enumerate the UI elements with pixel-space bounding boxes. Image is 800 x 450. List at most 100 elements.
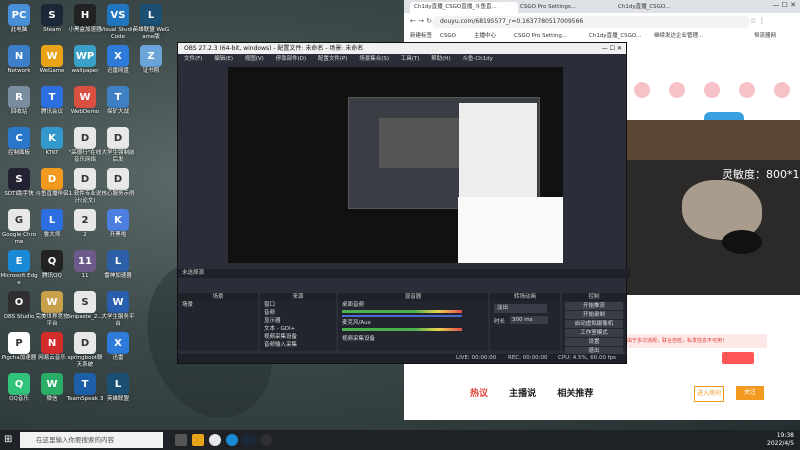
start-recording-button[interactable]: 开始录制 <box>565 311 623 319</box>
nested-preview <box>348 97 540 209</box>
obs-icon[interactable] <box>260 434 272 446</box>
source-item[interactable]: 显示器 <box>260 317 336 325</box>
source-item[interactable]: 音频 <box>260 309 336 317</box>
app-icon: H <box>74 4 96 26</box>
bookmark[interactable]: 恒流器网 <box>754 31 776 42</box>
live-video[interactable]: 灵敏度：800*1 <box>622 120 800 295</box>
menu-profile[interactable]: 配置文件(P) <box>318 56 348 62</box>
tab-related[interactable]: 相关推荐 <box>557 389 593 399</box>
file-explorer-icon[interactable] <box>192 434 204 446</box>
menu-view[interactable]: 视图(V) <box>245 56 264 62</box>
settings-button[interactable]: 设置 <box>565 338 623 346</box>
mixer-meter <box>342 310 462 313</box>
live-status: LIVE: 00:00:00 <box>456 355 497 361</box>
steam-icon[interactable] <box>243 434 255 446</box>
desktop-icon-label: 大学生强制前后发 <box>101 150 135 163</box>
app-icon: D <box>41 168 63 190</box>
app-icon: P <box>8 332 30 354</box>
dock-title-transitions: 转场动画 <box>490 293 560 301</box>
start-streaming-button[interactable]: 开始推流 <box>565 302 623 310</box>
desktop-icon[interactable]: L 雷神加速器 <box>99 248 137 292</box>
app-icon: 11 <box>74 250 96 272</box>
app-icon: W <box>74 86 96 108</box>
bookmark[interactable]: CSGO Pro Setting... <box>514 31 567 42</box>
app-icon: X <box>107 45 129 67</box>
obs-menubar: 文件(F) 编辑(E) 视图(V) 停靠部件(D) 配置文件(P) 场景集合(S… <box>178 54 626 64</box>
browser-tab[interactable]: CSGO Pro Settings... <box>516 2 614 13</box>
desktop-icon[interactable]: D 大学生强制前后发 <box>99 125 137 169</box>
desktop-icon-label: 证书照 <box>142 68 160 74</box>
desktop-icon[interactable]: X 迅雷 <box>99 330 137 374</box>
transition-select[interactable]: 淡出 <box>494 304 547 313</box>
desktop-icon[interactable]: L 英雄联盟 <box>99 371 137 415</box>
menu-file[interactable]: 文件(F) <box>184 56 202 62</box>
source-item[interactable]: 音频输入采集 <box>260 341 336 349</box>
duration-input[interactable]: 300 ms <box>510 316 548 324</box>
browser-tab[interactable]: Ch1dy直播_CSGO直播_斗鱼直... <box>410 2 518 13</box>
app-icon: 2 <box>74 209 96 231</box>
send-button[interactable] <box>722 352 754 364</box>
search-placeholder: 在这里输入你要搜索的内容 <box>36 436 114 444</box>
source-toolbar: 未选择源 <box>178 269 630 278</box>
mixer-meter <box>342 328 462 331</box>
bookmark[interactable]: 继续发达企业管理... <box>654 31 703 42</box>
follow-button[interactable]: 关注 <box>736 386 764 400</box>
window-controls[interactable]: — ☐ ✕ <box>602 43 622 54</box>
browser-tab[interactable]: Ch1dy直播_CSGO... <box>614 2 722 13</box>
menu-tools[interactable]: 工具(T) <box>401 56 420 62</box>
app-icon: D <box>74 127 96 149</box>
menu-edit[interactable]: 编辑(E) <box>214 56 233 62</box>
menu-help[interactable]: 帮助(H) <box>431 56 450 62</box>
desktop-icon[interactable]: T 探矿大战 <box>99 84 137 128</box>
clock-date: 2022/4/5 <box>767 439 794 447</box>
source-item[interactable]: 视频采集设备 <box>260 333 336 341</box>
edge-icon[interactable] <box>226 434 238 446</box>
scene-item[interactable]: 场景 <box>178 301 258 309</box>
volume-slider[interactable] <box>342 315 462 317</box>
window-controls[interactable]: — ☐ ✕ <box>772 1 796 9</box>
app-icon: T <box>107 86 129 108</box>
desktop-icon[interactable]: Z 证书照 <box>132 43 170 87</box>
app-icon: T <box>41 86 63 108</box>
windows-start-icon[interactable]: ⊞ <box>4 434 15 445</box>
enter-room-button[interactable]: 进入房间 <box>694 386 724 402</box>
app-icon: Q <box>8 373 30 395</box>
controls-dock: 开始推流 开始录制 启动虚拟摄像机 工作室模式 设置 退出 <box>562 301 626 355</box>
task-view-icon[interactable] <box>175 434 187 446</box>
nav-buttons[interactable]: ← → ↻ <box>410 17 432 25</box>
bookmark[interactable]: CSGO <box>440 31 456 42</box>
desktop-icon[interactable]: K 开黑啦 <box>99 207 137 251</box>
bookmark[interactable]: Ch1dy直播_CSGO... <box>589 31 641 42</box>
chrome-icon[interactable] <box>209 434 221 446</box>
menu-scene-collection[interactable]: 场景集合(S) <box>359 56 389 62</box>
taskbar-search[interactable]: 在这里输入你要搜索的内容 <box>20 432 163 448</box>
bookmark[interactable]: 主播中心 <box>474 31 496 42</box>
mixer-channel-name: 桌面音频 <box>342 302 365 308</box>
bookmarks-bar: 新建标签 CSGO 主播中心 CSGO Pro Setting... Ch1dy… <box>404 31 800 42</box>
system-tray-clock[interactable]: 19:38 2022/4/5 <box>767 432 794 447</box>
mouse-image <box>722 230 762 254</box>
app-icon: W <box>41 45 63 67</box>
address-bar[interactable]: douyu.com/68195577_r=0.1637780517009566 <box>432 16 750 28</box>
source-item[interactable]: 窗口 <box>260 301 336 309</box>
obs-preview[interactable] <box>228 67 563 263</box>
star-icon[interactable]: ☆ ⋮ <box>750 17 766 25</box>
desktop-icon[interactable]: L 英雄联盟 WeGame版 <box>132 2 170 46</box>
app-icon: W <box>41 373 63 395</box>
nested-browser <box>458 197 563 263</box>
virtual-camera-button[interactable]: 启动虚拟摄像机 <box>565 320 623 328</box>
tab-hot[interactable]: 热议 <box>470 389 488 399</box>
desktop-icon-label: 探矿大战 <box>106 109 129 115</box>
bookmark[interactable]: 新建标签 <box>410 31 432 42</box>
tab-anchor-talk[interactable]: 主播说 <box>509 389 536 399</box>
app-icon: K <box>41 127 63 149</box>
dock-title-scenes: 场景 <box>178 293 258 301</box>
source-item[interactable]: 文本 - GDI+ <box>260 325 336 333</box>
studio-mode-button[interactable]: 工作室模式 <box>565 329 623 337</box>
menu-docks[interactable]: 停靠部件(D) <box>276 56 307 62</box>
menu-douyu[interactable]: 斗鱼-Ch1dy <box>462 56 493 62</box>
app-icon: D <box>107 168 129 190</box>
desktop-icon[interactable]: W 大学生服务平台 <box>99 289 137 333</box>
mixer-dock: 桌面音频 麦克风/Aux 视频采集设备 <box>338 301 488 351</box>
desktop-icon[interactable]: D 核心服务示例 <box>99 166 137 210</box>
